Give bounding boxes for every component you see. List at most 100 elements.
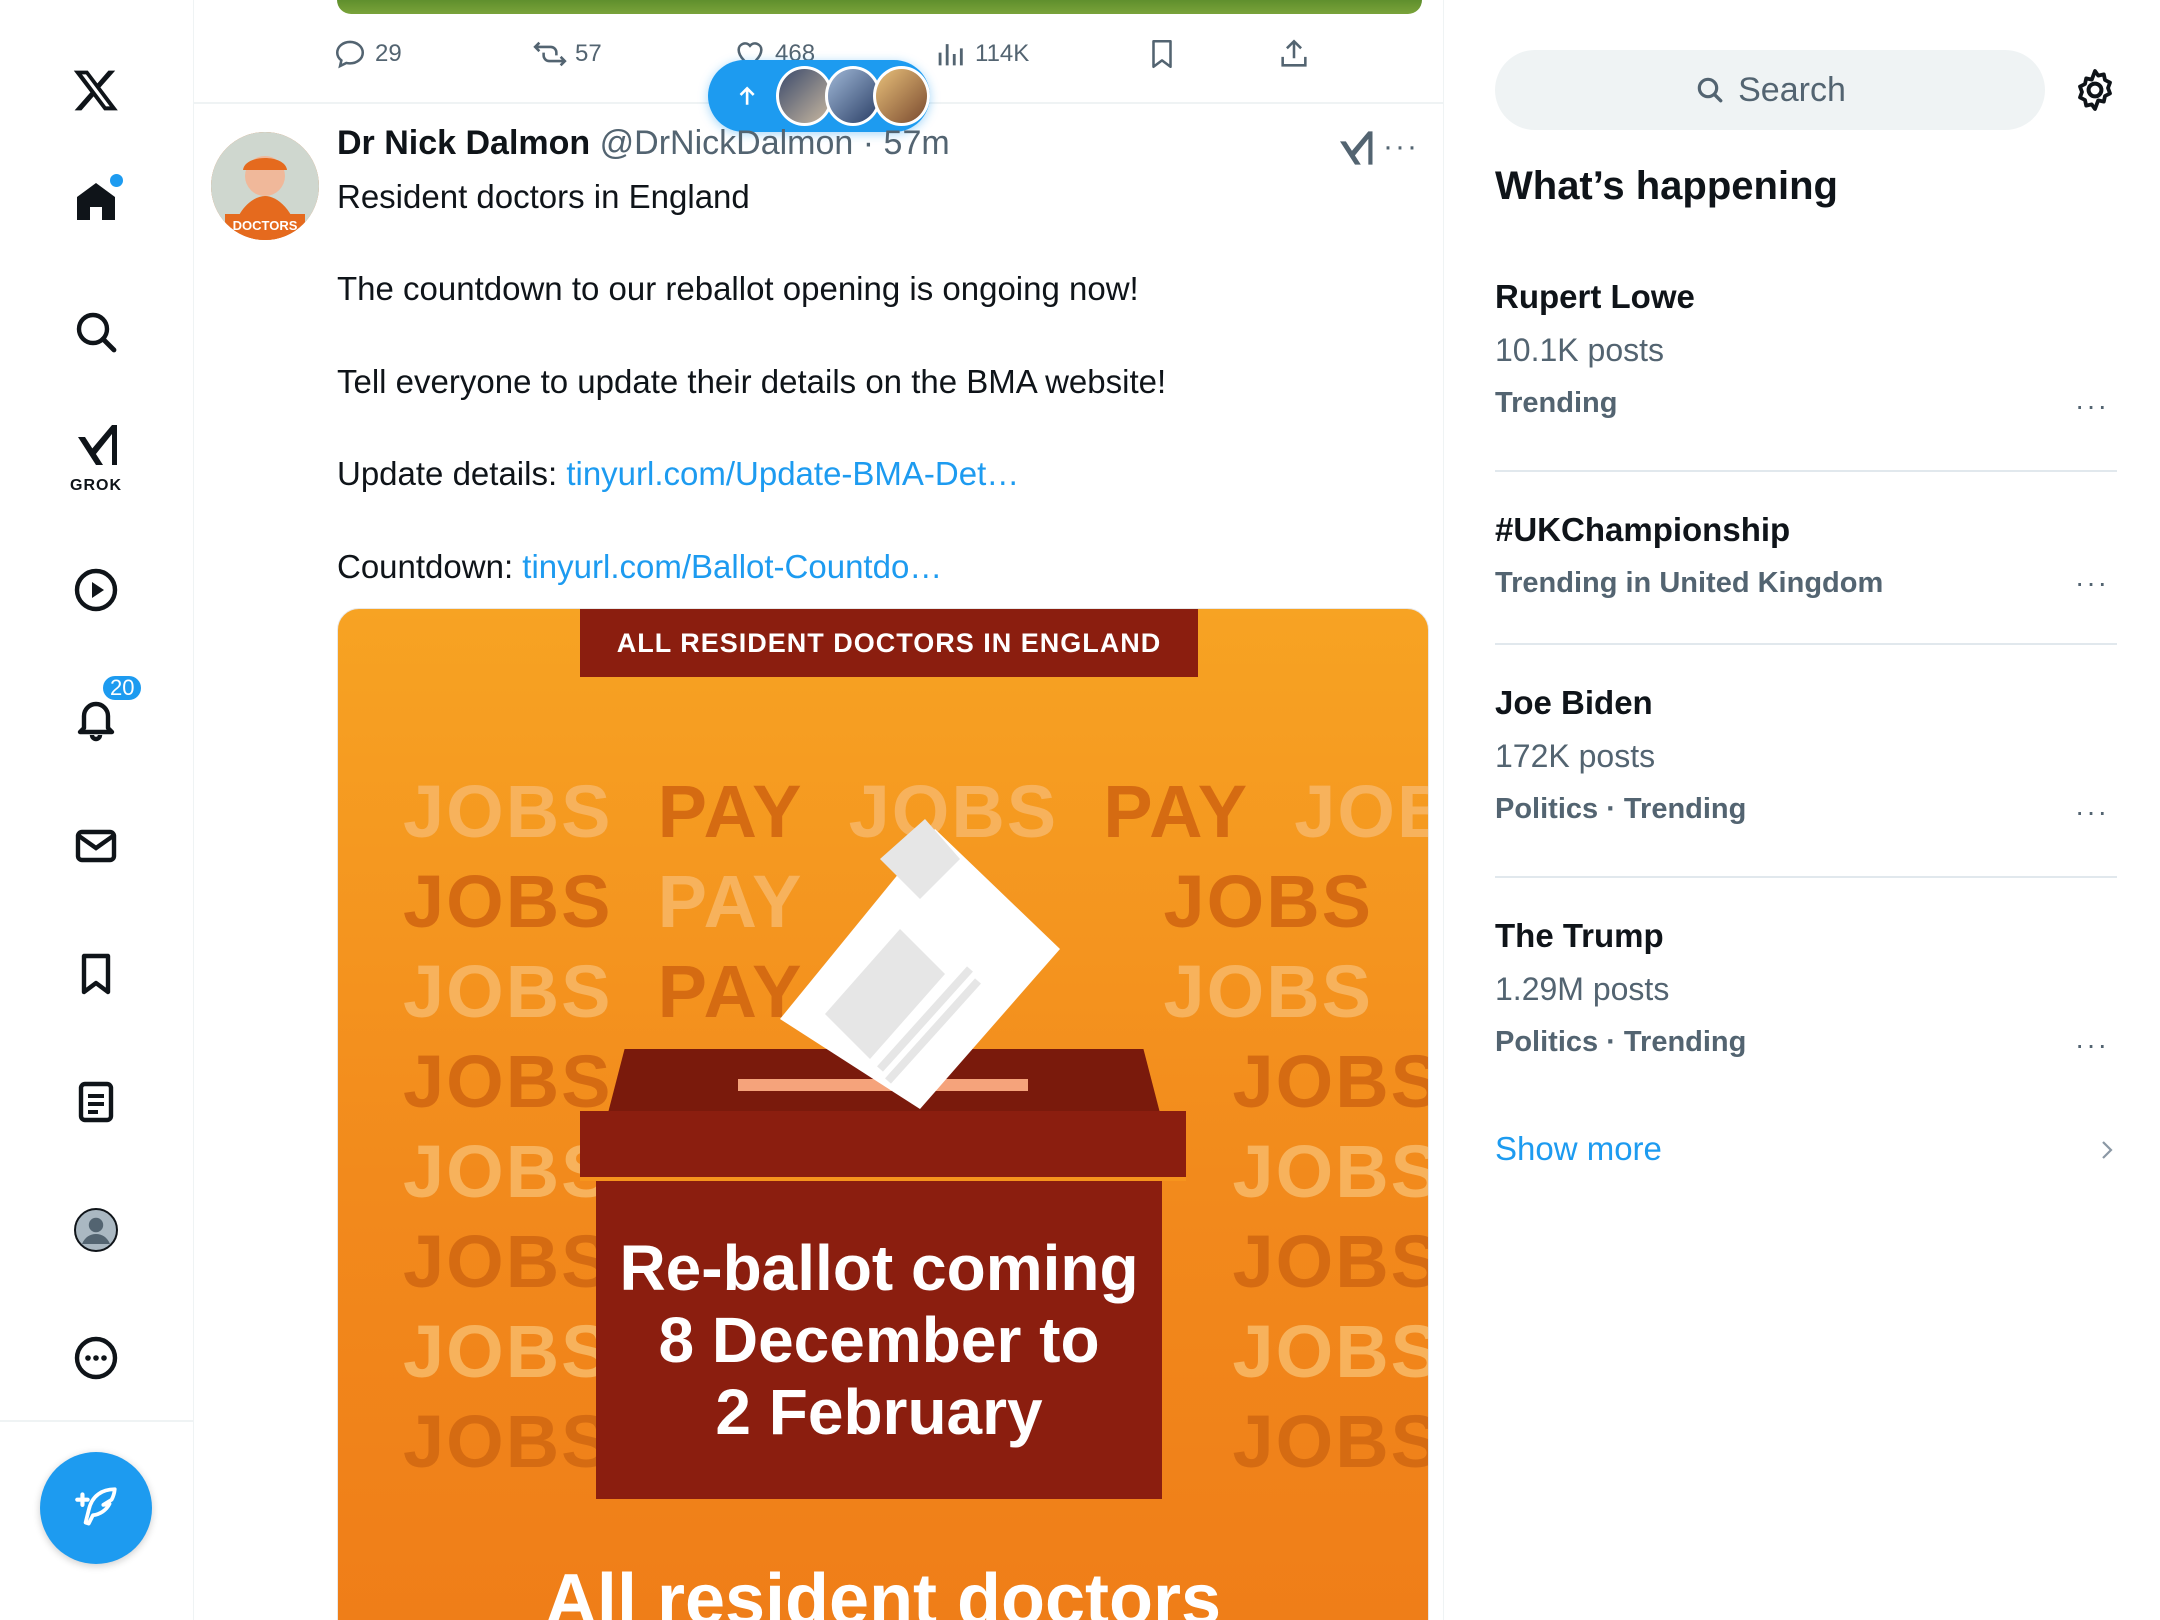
share-icon	[1281, 39, 1307, 67]
trend-divider	[1495, 470, 2117, 472]
pill-avatar-3	[873, 66, 931, 126]
countdown-link[interactable]: tinyurl.com/Ballot-Countdo…	[522, 548, 942, 585]
reply-count: 29	[375, 40, 402, 67]
avatar-sign-text: DOCTORS	[233, 218, 298, 233]
x-logo[interactable]	[46, 40, 146, 140]
nav-more[interactable]	[46, 1308, 146, 1408]
trend-meta: Trending in United Kingdom	[1495, 567, 1884, 599]
main-feed: 29 57 468 114K DOCTORS Dr Nick Dalmon @D…	[193, 0, 1444, 1620]
post-text-line-4: Update details: tinyurl.com/Update-BMA-D…	[337, 453, 1019, 495]
search-icon	[76, 312, 117, 353]
nav-bookmarks[interactable]	[46, 924, 146, 1024]
arrow-up-icon	[739, 86, 755, 105]
right-sidebar: Search What’s happening Rupert Lowe 10.1…	[1443, 0, 2160, 1620]
sidebar-divider	[0, 1420, 193, 1422]
ballot-text-line-2: 8 December to	[658, 1304, 1100, 1376]
ballot-text-line-3: 2 February	[715, 1376, 1043, 1448]
image-bottom-text: All resident doctors	[544, 1560, 1222, 1620]
nav-explore[interactable]	[46, 282, 146, 382]
author-name[interactable]: Dr Nick Dalmon	[337, 124, 590, 162]
trend-meta: Politics · Trending	[1495, 1026, 1747, 1058]
left-sidebar: GROK 20	[0, 0, 194, 1620]
notification-count-badge: 20	[100, 673, 145, 703]
trend-meta: Politics · Trending	[1495, 793, 1747, 825]
reply-icon	[335, 40, 365, 69]
post-text-line-2: The countdown to our reballot opening is…	[337, 270, 1139, 307]
trend-more-icon[interactable]: ···	[2075, 796, 2109, 828]
meta-separator: ·	[862, 124, 875, 162]
nav-notifications[interactable]: 20	[46, 668, 146, 768]
trend-item[interactable]: Joe Biden 172K posts Politics · Trending…	[1495, 684, 2117, 828]
post-more-icon[interactable]: ···	[1383, 130, 1419, 164]
trend-post-count: 1.29M posts	[1495, 971, 1670, 1007]
trend-name: The Trump	[1495, 917, 1664, 954]
search-icon	[1697, 77, 1723, 103]
ballot-paper	[780, 819, 1060, 1109]
post-image[interactable]: ALL RESIDENT DOCTORS IN ENGLAND JOBS PAY…	[337, 608, 1429, 1620]
trend-more-icon[interactable]: ···	[2075, 390, 2109, 422]
ballot-box-lid	[580, 1111, 1186, 1181]
bookmark-button[interactable]	[1145, 32, 1179, 76]
update-details-label: Update details:	[337, 455, 567, 492]
repost-icon	[533, 41, 567, 67]
author-handle[interactable]: @DrNickDalmon	[600, 124, 854, 162]
trend-item[interactable]: The Trump 1.29M posts Politics · Trendin…	[1495, 917, 2117, 1061]
trend-divider	[1495, 876, 2117, 878]
post-text-line-3: Tell everyone to update their details on…	[337, 363, 1167, 400]
show-more-link[interactable]: Show more	[1495, 1130, 1662, 1168]
x-logo-icon	[73, 70, 118, 111]
post-text-line-5: Countdown: tinyurl.com/Ballot-Countdo…	[337, 546, 942, 588]
view-count: 114K	[975, 40, 1030, 67]
trend-name: Rupert Lowe	[1495, 278, 1695, 315]
trend-meta: Trending	[1495, 387, 1618, 419]
trend-name: #UKChampionship	[1495, 511, 1791, 548]
avatar-icon	[74, 1208, 118, 1252]
repost-count: 57	[575, 40, 602, 67]
views-button[interactable]: 114K	[933, 32, 1029, 76]
bookmark-icon	[81, 953, 111, 995]
grok-explain-icon[interactable]	[1335, 128, 1375, 168]
author-avatar[interactable]: DOCTORS	[211, 132, 319, 240]
ballot-box: Re-ballot coming 8 December to 2 Februar…	[596, 1181, 1162, 1499]
views-chart-icon	[938, 44, 963, 66]
bookmark-outline-icon	[1152, 39, 1172, 69]
compose-icon	[75, 1487, 117, 1526]
trend-post-count: 172K posts	[1495, 738, 1656, 774]
share-button[interactable]	[1277, 32, 1311, 76]
ballot-text-line-1: Re-ballot coming	[619, 1232, 1139, 1304]
grok-icon	[78, 425, 117, 465]
reply-button[interactable]: 29	[333, 32, 402, 76]
trend-more-icon[interactable]: ···	[2075, 567, 2109, 599]
repost-button[interactable]: 57	[533, 32, 602, 76]
settings-gear-icon[interactable]	[2071, 66, 2119, 114]
trend-post-count: 10.1K posts	[1495, 332, 1664, 368]
nav-home[interactable]	[46, 152, 146, 252]
author-avatar-image: DOCTORS	[211, 132, 319, 240]
trend-item[interactable]: #UKChampionship Trending in United Kingd…	[1495, 511, 2117, 600]
nav-lists[interactable]	[46, 1052, 146, 1152]
search-input[interactable]: Search	[1495, 50, 2045, 130]
update-details-link[interactable]: tinyurl.com/Update-BMA-Det…	[566, 455, 1019, 492]
nav-videos[interactable]	[46, 540, 146, 640]
nav-profile[interactable]	[46, 1180, 146, 1280]
trend-more-icon[interactable]: ···	[2075, 1029, 2109, 1061]
trend-item[interactable]: Rupert Lowe 10.1K posts Trending ···	[1495, 278, 2117, 422]
previous-post-media[interactable]	[337, 0, 1422, 14]
whats-happening-heading: What’s happening	[1495, 164, 1838, 208]
post-text-line-1: Resident doctors in England	[337, 178, 750, 215]
image-banner: ALL RESIDENT DOCTORS IN ENGLAND	[580, 609, 1198, 677]
nav-grok[interactable]: GROK	[46, 405, 146, 505]
list-icon	[78, 1081, 114, 1123]
mail-icon	[75, 829, 117, 863]
post-header: Dr Nick Dalmon @DrNickDalmon · 57m	[337, 124, 950, 163]
countdown-label: Countdown:	[337, 548, 523, 585]
new-posts-pill[interactable]	[708, 60, 931, 132]
trend-divider	[1495, 643, 2117, 645]
nav-messages[interactable]	[46, 796, 146, 896]
search-placeholder: Search	[1738, 70, 1846, 109]
post-time[interactable]: 57m	[884, 124, 950, 162]
chevron-right-icon	[2102, 1141, 2113, 1159]
compose-post-button[interactable]	[40, 1452, 152, 1564]
trend-name: Joe Biden	[1495, 684, 1653, 721]
home-unread-dot	[108, 172, 125, 189]
